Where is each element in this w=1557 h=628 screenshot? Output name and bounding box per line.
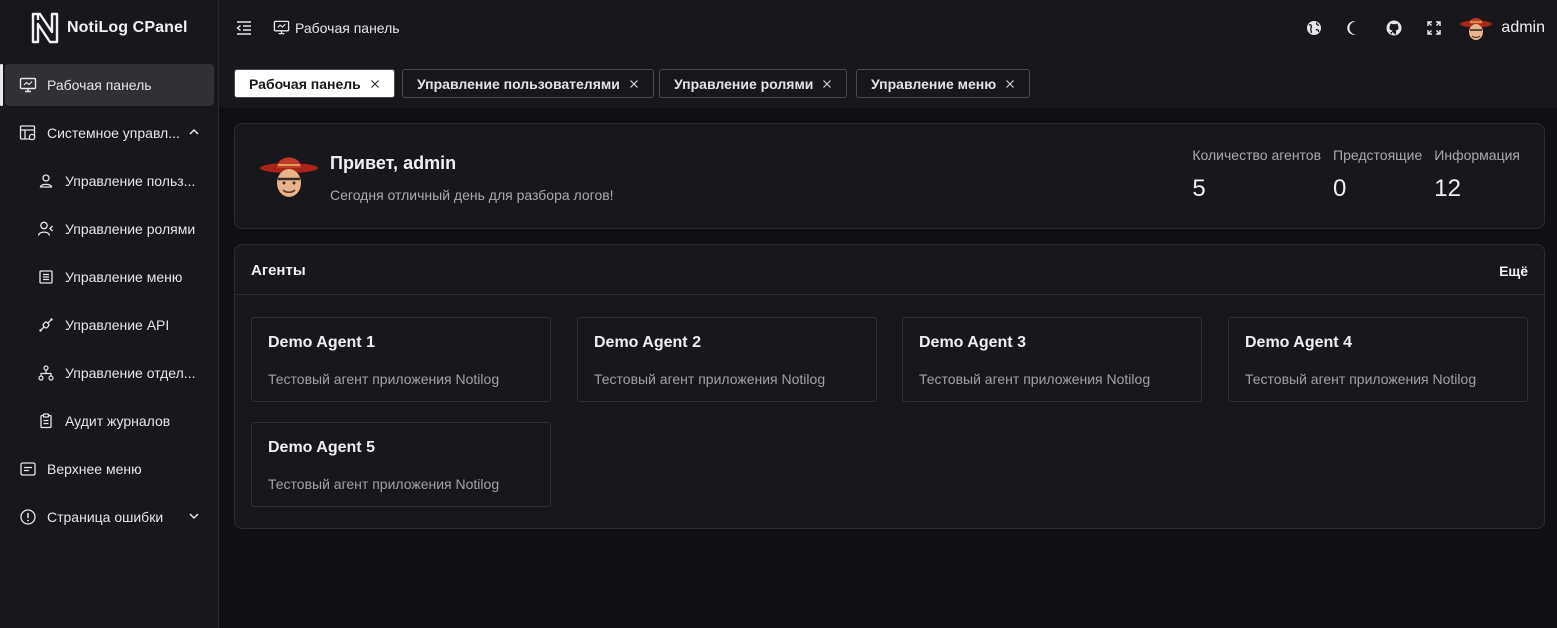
- top-header: Рабочая панель admin: [219, 0, 1557, 56]
- agents-card: Агенты Ещё Demo Agent 1 Тестовый агент п…: [234, 244, 1545, 529]
- agent-card[interactable]: Demo Agent 3 Тестовый агент приложения N…: [902, 317, 1202, 402]
- agents-title: Агенты: [251, 262, 306, 279]
- sidebar-item-departments[interactable]: Управление отдел...: [0, 352, 219, 394]
- sidebar-item-label: Рабочая панель: [47, 77, 152, 93]
- tab-users[interactable]: Управление пользователями: [402, 69, 654, 98]
- error-icon: [19, 508, 37, 526]
- agent-description: Тестовый агент приложения Notilog: [268, 476, 500, 492]
- sidebar-item-system[interactable]: Системное управл...: [0, 112, 219, 154]
- sidebar-item-menus[interactable]: Управление меню: [0, 256, 219, 298]
- department-icon: [37, 364, 55, 382]
- tab-dashboard[interactable]: Рабочая панель: [234, 69, 395, 98]
- tab-label: Управление пользователями: [417, 75, 620, 92]
- agent-description: Тестовый агент приложения Notilog: [268, 371, 500, 387]
- stat-label: Информация: [1434, 147, 1520, 163]
- agent-card[interactable]: Demo Agent 1 Тестовый агент приложения N…: [251, 317, 551, 402]
- monitor-icon: [19, 76, 37, 94]
- agent-card[interactable]: Demo Agent 5 Тестовый агент приложения N…: [251, 422, 551, 507]
- tab-menus[interactable]: Управление меню: [856, 69, 1031, 98]
- fullscreen-icon[interactable]: [1425, 19, 1443, 37]
- sidebar-item-api[interactable]: Управление API: [0, 304, 219, 346]
- greeting-title: Привет, admin: [330, 153, 457, 173]
- agents-card-header: Агенты Ещё: [235, 245, 1544, 295]
- sidebar-item-dashboard[interactable]: Рабочая панель: [5, 64, 214, 106]
- sidebar-item-label: Верхнее меню: [47, 461, 142, 477]
- sidebar-item-label: Системное управл...: [47, 125, 180, 141]
- tab-label: Управление ролями: [674, 75, 814, 92]
- avatar: [1460, 18, 1493, 40]
- chevron-up-icon: [189, 128, 199, 135]
- chevron-down-icon: [189, 513, 199, 520]
- agent-card[interactable]: Demo Agent 4 Тестовый агент приложения N…: [1228, 317, 1528, 402]
- agent-name: Demo Agent 4: [1245, 334, 1352, 351]
- user-icon: [37, 172, 55, 190]
- role-icon: [37, 220, 55, 238]
- sidebar-item-label: Страница ошибки: [47, 509, 164, 525]
- collapse-sidebar-icon[interactable]: [235, 19, 253, 37]
- agent-description: Тестовый агент приложения Notilog: [919, 371, 1151, 387]
- monitor-icon: [273, 20, 290, 35]
- greeting-subtitle: Сегодня отличный день для разбора логов!: [330, 187, 614, 203]
- sidebar: NotiLog CPanel Рабочая панель Системное …: [0, 0, 219, 628]
- sidebar-item-label: Управление ролями: [65, 221, 196, 237]
- agent-name: Demo Agent 5: [268, 439, 375, 456]
- user-menu[interactable]: admin: [1459, 13, 1545, 43]
- clipboard-icon: [37, 412, 55, 430]
- sidebar-item-label: Управление польз...: [65, 173, 196, 189]
- app-logo[interactable]: NotiLog CPanel: [30, 10, 188, 46]
- sidebar-item-top-menu[interactable]: Верхнее меню: [0, 448, 219, 490]
- close-icon[interactable]: [370, 79, 380, 89]
- sidebar-item-roles[interactable]: Управление ролями: [0, 208, 219, 250]
- sidebar-item-error-page[interactable]: Страница ошибки: [0, 496, 219, 538]
- avatar: [260, 157, 318, 197]
- agent-card[interactable]: Demo Agent 2 Тестовый агент приложения N…: [577, 317, 877, 402]
- sidebar-item-label: Аудит журналов: [65, 413, 171, 429]
- tabs-bar: Рабочая панель Управление пользователями…: [219, 56, 1557, 108]
- agent-description: Тестовый агент приложения Notilog: [594, 371, 826, 387]
- stat-label: Количество агентов: [1192, 147, 1322, 163]
- sidebar-item-label: Управление меню: [65, 269, 183, 285]
- system-settings-icon: [19, 124, 37, 142]
- stats-group: Количество агентов 5 Предстоящие 0 Инфор…: [1192, 147, 1520, 203]
- more-link[interactable]: Ещё: [1499, 263, 1528, 279]
- breadcrumb-label: Рабочая панель: [295, 19, 400, 36]
- notilog-logo-icon: [31, 12, 59, 44]
- stat-value: 0: [1333, 175, 1347, 202]
- sidebar-item-label: Управление API: [65, 317, 170, 333]
- sidebar-item-users[interactable]: Управление польз...: [0, 160, 219, 202]
- sidebar-item-label: Управление отдел...: [65, 365, 196, 381]
- stat-value: 12: [1434, 175, 1461, 202]
- app-title: NotiLog CPanel: [67, 19, 188, 36]
- sidebar-item-audit-logs[interactable]: Аудит журналов: [0, 400, 219, 442]
- stat-upcoming: Предстоящие 0: [1333, 147, 1422, 203]
- tab-roles[interactable]: Управление ролями: [659, 69, 848, 98]
- top-menu-icon: [19, 460, 37, 478]
- agent-name: Demo Agent 3: [919, 334, 1026, 351]
- menu-list-icon: [37, 268, 55, 286]
- close-icon[interactable]: [822, 79, 832, 89]
- close-icon[interactable]: [1005, 79, 1015, 89]
- header-actions: [1305, 19, 1443, 37]
- tab-label: Рабочая панель: [249, 75, 361, 92]
- agent-name: Demo Agent 1: [268, 334, 375, 351]
- tab-label: Управление меню: [871, 75, 997, 92]
- stat-agents: Количество агентов 5: [1192, 147, 1321, 203]
- username: admin: [1501, 19, 1545, 36]
- stat-value: 5: [1192, 175, 1206, 202]
- agent-name: Demo Agent 2: [594, 334, 701, 351]
- github-icon[interactable]: [1385, 19, 1403, 37]
- stat-info: Информация 12: [1434, 147, 1520, 203]
- moon-icon[interactable]: [1345, 19, 1363, 37]
- breadcrumb[interactable]: Рабочая панель: [273, 19, 400, 36]
- stat-label: Предстоящие: [1333, 147, 1423, 163]
- welcome-card: Привет, admin Сегодня отличный день для …: [234, 123, 1545, 229]
- agent-description: Тестовый агент приложения Notilog: [1245, 371, 1477, 387]
- api-icon: [37, 316, 55, 334]
- globe-icon[interactable]: [1305, 19, 1323, 37]
- close-icon[interactable]: [629, 79, 639, 89]
- active-indicator: [0, 64, 3, 106]
